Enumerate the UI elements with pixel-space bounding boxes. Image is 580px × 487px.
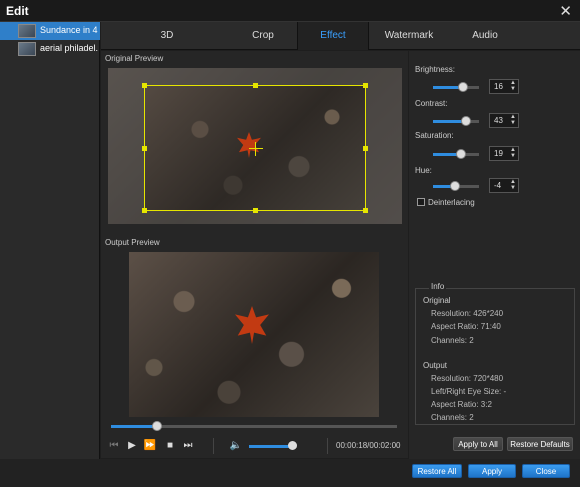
- divider: [213, 438, 214, 454]
- crosshair-icon: [255, 142, 256, 156]
- hue-label: Hue:: [415, 166, 432, 175]
- crosshair-icon: [249, 148, 263, 149]
- tab-effect[interactable]: Effect: [297, 22, 369, 50]
- volume-icon[interactable]: 🔈: [229, 439, 243, 453]
- spinner-arrows-icon[interactable]: ▲ ▼: [510, 114, 517, 127]
- file-item-label: Sundance in 4...: [40, 25, 98, 35]
- video-thumbnail: [18, 24, 36, 38]
- crop-handle[interactable]: [142, 83, 147, 88]
- file-item-sundance[interactable]: Sundance in 4...: [0, 22, 100, 40]
- info-original-title: Original: [423, 296, 451, 305]
- info-output-eye-size: Left/Right Eye Size: -: [431, 387, 507, 396]
- playback-time: 00:00:18/00:02:00: [336, 441, 401, 450]
- volume-level: [249, 445, 293, 448]
- brightness-label: Brightness:: [415, 65, 456, 74]
- spinner-arrows-icon[interactable]: ▲ ▼: [510, 80, 517, 93]
- spinner-arrows-icon[interactable]: ▲ ▼: [510, 179, 517, 192]
- slider-handle[interactable]: [450, 181, 461, 191]
- stop-icon[interactable]: ■: [163, 439, 177, 453]
- skip-back-icon[interactable]: ⏮: [107, 439, 121, 453]
- output-preview-label: Output Preview: [105, 238, 160, 247]
- fast-forward-icon[interactable]: ⏩: [143, 439, 157, 453]
- file-list: Sundance in 4... aerial philadel...: [0, 22, 100, 487]
- restore-defaults-button[interactable]: Restore Defaults: [507, 437, 573, 451]
- preview-area: Original Preview Output Preview: [101, 51, 408, 434]
- deinterlacing-checkbox[interactable]: [417, 198, 425, 206]
- contrast-slider[interactable]: [433, 116, 479, 126]
- footer: Restore All Apply Close: [0, 459, 580, 487]
- seek-track[interactable]: [111, 421, 397, 431]
- tab-watermark[interactable]: Watermark: [373, 22, 445, 50]
- skip-forward-icon[interactable]: ⏭: [181, 439, 195, 453]
- hue-value: -4: [494, 181, 502, 190]
- spinner-arrows-icon[interactable]: ▲ ▼: [510, 147, 517, 160]
- crop-handle[interactable]: [363, 83, 368, 88]
- video-thumbnail: [18, 42, 36, 56]
- saturation-slider[interactable]: [433, 149, 479, 159]
- tab-crop[interactable]: Crop: [239, 22, 287, 50]
- seek-progress: [111, 425, 157, 428]
- crop-handle[interactable]: [142, 146, 147, 151]
- info-original-aspect: Aspect Ratio: 71:40: [431, 322, 501, 331]
- info-output-resolution: Resolution: 720*480: [431, 374, 504, 383]
- original-preview: [108, 68, 402, 224]
- title-bar: Edit ✕: [0, 0, 580, 22]
- window-title: Edit: [6, 4, 29, 18]
- hue-slider[interactable]: [433, 181, 479, 191]
- playback-controls: ⏮ ▶ ⏩ ■ ⏭ 🔈 00:00:18/00:02:00: [101, 434, 408, 458]
- restore-all-button[interactable]: Restore All: [412, 464, 462, 478]
- brightness-slider[interactable]: [433, 82, 479, 92]
- crop-handle[interactable]: [253, 208, 258, 213]
- info-output-title: Output: [423, 361, 448, 370]
- deinterlacing-label: Deinterlacing: [428, 198, 475, 207]
- slider-handle[interactable]: [455, 149, 466, 159]
- tab-audio[interactable]: Audio: [457, 22, 513, 50]
- saturation-value: 19: [494, 149, 503, 158]
- crop-handle[interactable]: [363, 146, 368, 151]
- info-original-resolution: Resolution: 426*240: [431, 309, 504, 318]
- apply-button[interactable]: Apply: [468, 464, 516, 478]
- saturation-field[interactable]: 19 ▲ ▼: [489, 146, 519, 161]
- apply-to-all-button[interactable]: Apply to All: [453, 437, 503, 451]
- crop-box[interactable]: [142, 83, 368, 213]
- volume-handle[interactable]: [288, 441, 298, 450]
- contrast-label: Contrast:: [415, 99, 448, 108]
- crop-handle[interactable]: [142, 208, 147, 213]
- original-preview-label: Original Preview: [105, 54, 164, 63]
- contrast-field[interactable]: 43 ▲ ▼: [489, 113, 519, 128]
- crop-handle[interactable]: [253, 83, 258, 88]
- crop-handle[interactable]: [363, 208, 368, 213]
- info-output-channels: Channels: 2: [431, 413, 474, 422]
- seek-handle[interactable]: [151, 421, 162, 431]
- brightness-field[interactable]: 16 ▲ ▼: [489, 79, 519, 94]
- contrast-value: 43: [494, 116, 503, 125]
- brightness-value: 16: [494, 82, 503, 91]
- close-button[interactable]: Close: [522, 464, 570, 478]
- close-icon[interactable]: ✕: [559, 2, 572, 20]
- slider-handle[interactable]: [461, 116, 472, 126]
- tab-bar: 3D Crop Effect Watermark Audio: [101, 22, 580, 50]
- file-item-aerial[interactable]: aerial philadel...: [0, 40, 100, 58]
- hue-field[interactable]: -4 ▲ ▼: [489, 178, 519, 193]
- effects-panel: Brightness: 16 ▲ ▼ Contrast: 43 ▲ ▼ Satura…: [409, 51, 580, 459]
- tab-3d[interactable]: 3D: [147, 22, 187, 50]
- seek-bar[interactable]: [101, 421, 408, 431]
- info-original-channels: Channels: 2: [431, 336, 474, 345]
- slider-handle[interactable]: [458, 82, 469, 92]
- play-icon[interactable]: ▶: [125, 439, 139, 453]
- output-preview: [129, 252, 379, 417]
- divider: [327, 438, 328, 454]
- info-title: Info: [429, 282, 447, 291]
- volume-slider[interactable]: [249, 441, 298, 450]
- output-preview-image: [129, 252, 379, 417]
- info-output-aspect: Aspect Ratio: 3:2: [431, 400, 492, 409]
- saturation-label: Saturation:: [415, 131, 454, 140]
- file-item-label: aerial philadel...: [40, 43, 98, 53]
